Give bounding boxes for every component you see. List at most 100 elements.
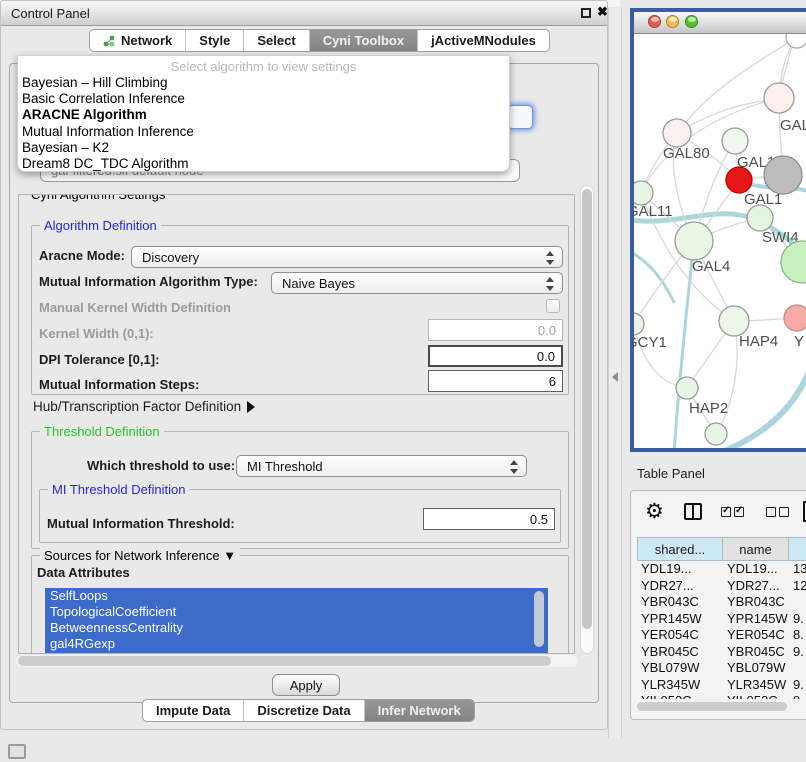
- table-row[interactable]: YIL052CYIL052C9: [637, 693, 806, 699]
- attribute-item-gal4rgexp[interactable]: gal4RGexp: [45, 636, 548, 652]
- hub-definition-toggle[interactable]: Hub/Transcription Factor Definition: [33, 399, 255, 414]
- tab-impute-data[interactable]: Impute Data: [143, 700, 243, 721]
- mi-steps-label: Mutual Information Steps:: [39, 377, 199, 392]
- network-node-hap2[interactable]: [676, 377, 698, 399]
- settings-vertical-scrollbar[interactable]: [580, 185, 594, 654]
- mi-threshold-input[interactable]: 0.5: [423, 508, 555, 530]
- algorithm-option-mutual-information-inference[interactable]: Mutual Information Inference: [18, 124, 509, 140]
- dpi-tolerance-value: 0.0: [537, 349, 555, 364]
- tab-cyni-toolbox[interactable]: Cyni Toolbox: [309, 30, 417, 51]
- network-node-gcy1[interactable]: [634, 313, 644, 335]
- tab-style[interactable]: Style: [185, 30, 243, 51]
- which-threshold-combobox[interactable]: MI Threshold: [236, 455, 527, 477]
- table-cell: YDR27...: [637, 578, 723, 595]
- collapsed-panel-icon[interactable]: [8, 744, 26, 759]
- scrollbar-thumb[interactable]: [18, 656, 551, 666]
- select-all-icon[interactable]: [721, 507, 744, 517]
- kernel-width-input[interactable]: 0.0: [428, 319, 563, 341]
- focused-combobox-fragment[interactable]: [507, 105, 533, 129]
- panel-splitter[interactable]: [608, 8, 622, 738]
- network-node[interactable]: [764, 156, 802, 194]
- tab-label: Impute Data: [156, 703, 230, 718]
- algorithm-option-aracne-algorithm[interactable]: ARACNE Algorithm: [18, 107, 509, 123]
- table-row[interactable]: YPR145WYPR145W9.: [637, 611, 806, 628]
- tab-infer-network[interactable]: Infer Network: [364, 700, 474, 721]
- table-cell: YPR145W: [723, 611, 789, 628]
- algorithm-option-bayesian-hill-climbing[interactable]: Bayesian – Hill Climbing: [18, 75, 509, 91]
- mi-steps-input[interactable]: 6: [428, 370, 563, 392]
- aracne-mode-combobox[interactable]: Discovery: [131, 246, 563, 268]
- sources-title[interactable]: Sources for Network Inference ▼: [40, 548, 240, 563]
- attribute-item-selfloops[interactable]: SelfLoops: [45, 588, 548, 604]
- dpi-tolerance-label: DPI Tolerance [0,1]:: [39, 352, 159, 367]
- table-row[interactable]: YBR043CYBR043C: [637, 594, 806, 611]
- kernel-width-value: 0.0: [538, 323, 556, 338]
- kernel-width-label: Kernel Width (0,1):: [39, 326, 154, 341]
- collapse-left-icon[interactable]: [612, 372, 618, 382]
- network-canvas[interactable]: GALGAL80GAL10GAL1GAL11SWI4GAL4GCY1HAP4YH…: [634, 34, 806, 448]
- table-row[interactable]: YBL079WYBL079W: [637, 660, 806, 677]
- table-row[interactable]: YBR045CYBR045C9.: [637, 644, 806, 661]
- scrollbar-thumb[interactable]: [582, 189, 592, 629]
- network-node-swi4[interactable]: [747, 205, 773, 231]
- mi-threshold-value: 0.5: [530, 512, 548, 527]
- dpi-tolerance-input[interactable]: 0.0: [428, 345, 563, 367]
- algorithm-dropdown[interactable]: Select algorithm to view settings Bayesi…: [17, 55, 510, 172]
- network-node-gal4[interactable]: [675, 222, 713, 260]
- mac-close-button[interactable]: [648, 15, 661, 28]
- network-edge[interactable]: [641, 98, 779, 193]
- network-window-titlebar[interactable]: [634, 12, 806, 34]
- attribute-item-betweennesscentrality[interactable]: BetweennessCentrality: [45, 620, 548, 636]
- tab-select[interactable]: Select: [243, 30, 308, 51]
- attribute-list-scrollbar[interactable]: [534, 591, 544, 647]
- algorithm-option-bayesian-k2[interactable]: Bayesian – K2: [18, 140, 509, 156]
- network-node-y[interactable]: [784, 305, 806, 331]
- network-node-gal10[interactable]: [722, 128, 748, 154]
- network-node[interactable]: [781, 241, 806, 283]
- column-header-name[interactable]: name: [723, 537, 789, 561]
- table-cell: 8.: [789, 627, 806, 644]
- table-panel-bar: Table Panel: [622, 458, 806, 488]
- data-attributes-list[interactable]: SelfLoopsTopologicalCoefficientBetweenne…: [45, 588, 548, 654]
- network-node[interactable]: [705, 423, 727, 445]
- attribute-item-topologicalcoefficient[interactable]: TopologicalCoefficient: [45, 604, 548, 620]
- sources-title-text: Sources for Network Inference: [44, 548, 220, 563]
- float-window-icon[interactable]: [581, 8, 591, 18]
- table-row[interactable]: YLR345WYLR345W9.: [637, 677, 806, 694]
- table-horizontal-scrollbar[interactable]: [635, 701, 806, 712]
- mac-minimize-button[interactable]: [666, 15, 679, 28]
- tab-jactivemnodules[interactable]: jActiveMNodules: [417, 30, 549, 51]
- combo-stepper-icon: [510, 460, 518, 474]
- mi-type-combobox[interactable]: Naive Bayes: [271, 272, 563, 294]
- table-row[interactable]: YER054CYER054C8.: [637, 627, 806, 644]
- algorithm-option-dream8-dc-tdc-algorithm[interactable]: Dream8 DC_TDC Algorithm: [18, 156, 509, 172]
- network-node[interactable]: [786, 34, 806, 48]
- control-panel-titlebar[interactable]: Control Panel ✖: [1, 1, 607, 26]
- column-layout-icon[interactable]: [684, 503, 702, 520]
- network-node-gal[interactable]: [764, 83, 794, 113]
- settings-horizontal-scrollbar[interactable]: [16, 655, 578, 667]
- manual-kernel-label: Manual Kernel Width Definition: [39, 300, 231, 315]
- settings-gear-icon[interactable]: ⚙: [645, 499, 664, 523]
- checked-box-icon: [721, 507, 731, 517]
- tab-network[interactable]: Network: [90, 30, 185, 51]
- scrollbar-thumb[interactable]: [637, 702, 787, 711]
- column-header-shared[interactable]: shared...: [637, 537, 723, 561]
- apply-button[interactable]: Apply: [272, 674, 340, 696]
- table-cell: [789, 660, 806, 677]
- column-header-clipped[interactable]: [789, 537, 806, 561]
- manual-kernel-checkbox[interactable]: [546, 299, 560, 313]
- close-icon[interactable]: ✖: [597, 4, 608, 20]
- network-node-gal1[interactable]: [726, 167, 752, 193]
- network-node-gal80[interactable]: [663, 119, 691, 147]
- deselect-all-icon[interactable]: [766, 507, 789, 517]
- network-node-gal11[interactable]: [634, 181, 653, 205]
- algorithm-option-basic-correlation-inference[interactable]: Basic Correlation Inference: [18, 91, 509, 107]
- network-node-hap4[interactable]: [719, 306, 749, 336]
- table-row[interactable]: YDR27...YDR27...12: [637, 578, 806, 595]
- tab-discretize-data[interactable]: Discretize Data: [243, 700, 363, 721]
- network-edge[interactable]: [716, 321, 737, 434]
- mac-zoom-button[interactable]: [685, 15, 698, 28]
- table-cell: 9.: [789, 677, 806, 694]
- table-row[interactable]: YDL19...YDL19...13: [637, 561, 806, 578]
